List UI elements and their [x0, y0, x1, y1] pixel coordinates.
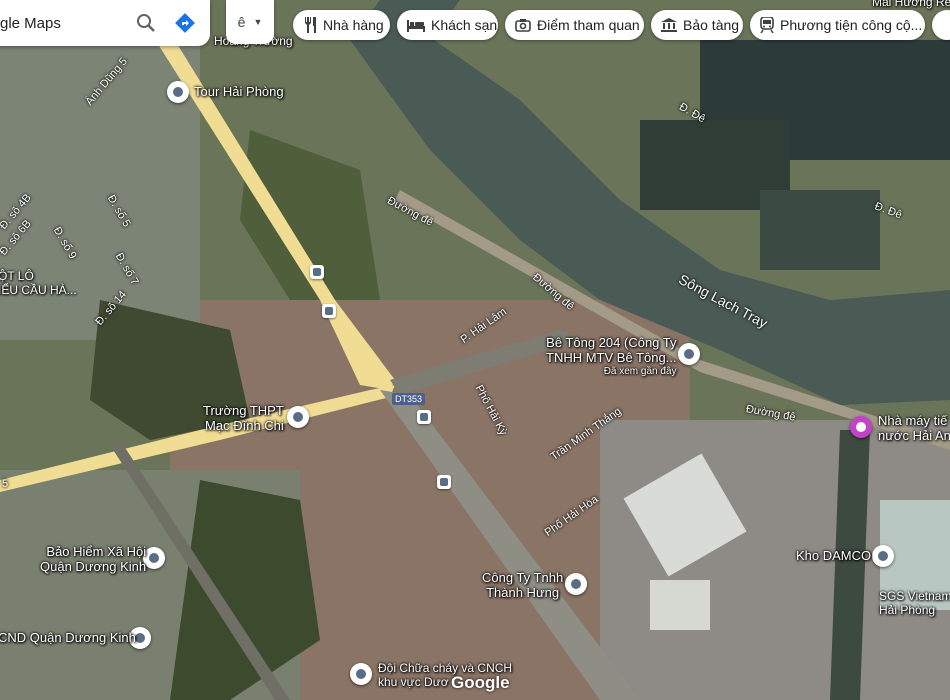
location-icon: [356, 669, 366, 679]
betong-recent: Đã xem gần đây: [603, 365, 677, 377]
nhamay-line-1: Nhà máy tiế: [878, 413, 948, 428]
place-label-tour[interactable]: Tour Hải Phòng: [194, 84, 284, 100]
place-label-ubnd[interactable]: CND Quận Dương Kinh: [0, 630, 136, 646]
poi-pin-betong[interactable]: [678, 343, 700, 365]
chip-label: Nhà hàng: [323, 17, 384, 33]
chip-museums[interactable]: Bảo tàng: [651, 10, 743, 40]
location-icon: [173, 87, 183, 97]
location-icon: [684, 349, 694, 359]
school-line-1: Trường THPT: [203, 403, 284, 418]
sgs-line-2: Hải Phòng: [879, 602, 936, 617]
place-label-baohiem[interactable]: Bảo Hiểm Xã Hội Quận Dương Kinh: [40, 544, 147, 575]
baohiem-line-2: Quận Dương Kinh: [40, 558, 147, 574]
search-icon[interactable]: [136, 13, 156, 33]
chip-attractions[interactable]: Điểm tham quan: [505, 10, 644, 40]
train-icon: [760, 17, 774, 33]
nhamay-line-2: nước Hải An: [878, 427, 950, 443]
language-label: ê: [237, 14, 246, 30]
lo-line-2: IỂU CẦU HÀ...: [0, 282, 77, 297]
poi-pin-nhamay[interactable]: [850, 416, 872, 438]
place-label-school[interactable]: Trường THPT Mạc Đĩnh Chi: [203, 403, 284, 434]
location-icon: [571, 579, 581, 589]
chip-label: Bảo tàng: [683, 17, 740, 33]
bus-stop-icon[interactable]: [437, 475, 451, 489]
betong-line-2: TNHH MTV Bê Tông...: [546, 349, 677, 365]
chip-label: Khách sạn: [431, 17, 498, 33]
school-line-2: Mạc Đĩnh Chi: [205, 417, 284, 433]
congty-line-1: Công Ty Tnhh: [482, 570, 564, 585]
location-icon: [878, 551, 888, 561]
camera-icon: [515, 19, 531, 32]
google-logo: Google: [451, 673, 510, 692]
poi-pin-doi[interactable]: [350, 663, 372, 685]
bed-icon: [407, 20, 425, 32]
poi-pin-school[interactable]: [287, 406, 309, 428]
baohiem-line-1: Bảo Hiểm Xã Hội: [46, 544, 147, 559]
chevron-down-icon: ▼: [253, 17, 263, 27]
bus-stop-icon[interactable]: [322, 304, 336, 318]
chip-label: Điểm tham quan: [537, 17, 640, 33]
factory-icon: [856, 422, 866, 432]
search-box[interactable]: gle Maps: [0, 0, 210, 46]
bus-stop-icon[interactable]: [417, 410, 431, 424]
road-shield-dt353: DT353: [392, 393, 426, 405]
search-input[interactable]: gle Maps: [0, 15, 136, 32]
place-label-maihuong: Mai Hương Re: [872, 0, 950, 9]
bus-stop-icon[interactable]: [310, 265, 324, 279]
road-label-num5: 5: [2, 478, 9, 490]
place-label-damco[interactable]: Kho DAMCO: [796, 548, 871, 564]
sgs-line-1: SGS Vietnam: [879, 589, 950, 603]
museum-icon: [661, 18, 677, 32]
place-label-sgs[interactable]: SGS Vietnam Hải Phòng: [879, 589, 950, 618]
place-label-lo: ỘT LÔ IỂU CẦU HÀ...: [0, 269, 77, 298]
lo-line-1: ỘT LÔ: [0, 269, 34, 283]
building-icon: [149, 553, 159, 563]
poi-pin-congty[interactable]: [565, 573, 587, 595]
place-label-congty[interactable]: Công Ty Tnhh Thành Hưng: [482, 570, 564, 601]
chip-label: Phương tiện công cộ...: [780, 17, 923, 33]
congty-line-2: Thành Hưng: [486, 584, 560, 600]
chip-transit[interactable]: Phương tiện công cộ...: [750, 10, 925, 40]
chip-restaurants[interactable]: Nhà hàng: [293, 10, 390, 40]
poi-pin-damco[interactable]: [872, 545, 894, 567]
chip-hotels[interactable]: Khách sạn: [397, 10, 498, 40]
place-label-nhamay[interactable]: Nhà máy tiế nước Hải An: [878, 413, 950, 444]
language-button[interactable]: ê ▼: [226, 0, 274, 44]
betong-line-1: Bê Tông 204 (Công Ty: [546, 335, 677, 350]
fork-knife-icon: [305, 17, 316, 33]
building-icon: [135, 633, 145, 643]
place-label-betong[interactable]: Bê Tông 204 (Công Ty TNHH MTV Bê Tông...…: [546, 335, 677, 377]
poi-pin-baohiem[interactable]: [143, 547, 165, 569]
satellite-map[interactable]: Tour Hải Phòng Hoàng Trường Mai Hương Re…: [0, 0, 950, 700]
map-imagery: [0, 0, 950, 700]
poi-pin-tour[interactable]: [167, 81, 189, 103]
directions-icon[interactable]: [174, 12, 196, 34]
school-icon: [293, 412, 303, 422]
